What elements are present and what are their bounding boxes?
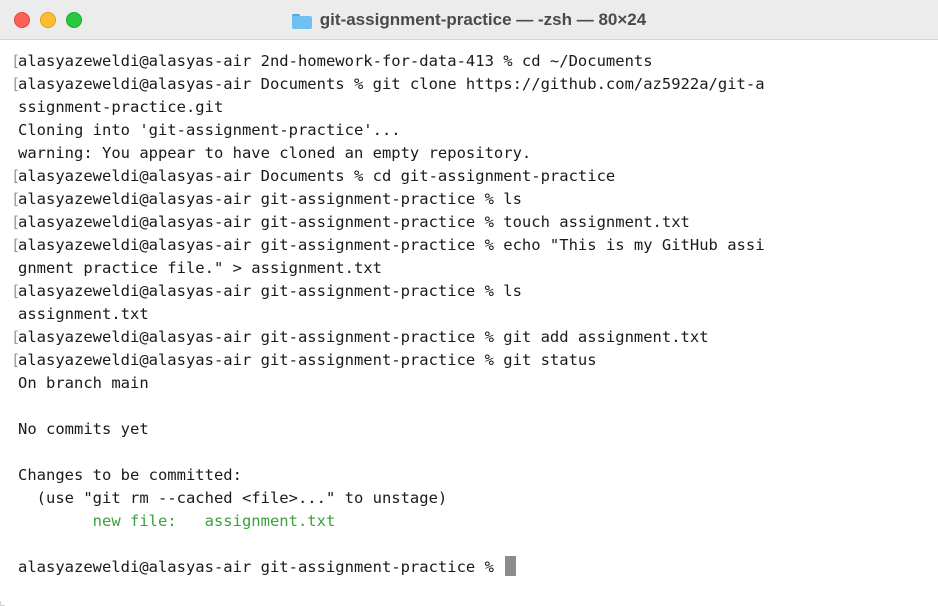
prompt-text: alasyazeweldi@alasyas-air git-assignment…: [18, 558, 504, 576]
window-title-text: git-assignment-practice — -zsh — 80×24: [319, 10, 647, 29]
terminal-line: Changes to be committed:: [18, 464, 938, 487]
terminal-line-text: alasyazeweldi@alasyas-air git-assignment…: [18, 351, 597, 369]
terminal-line: Cloning into 'git-assignment-practice'..…: [18, 119, 938, 142]
title-bar[interactable]: git-assignment-practice — -zsh — 80×24: [0, 0, 938, 40]
terminal-line: new file: assignment.txt: [18, 510, 938, 533]
terminal-line-text: gnment practice file." > assignment.txt: [18, 259, 382, 277]
line-marker: [: [11, 351, 21, 369]
terminal-line-text: alasyazeweldi@alasyas-air Documents % cd…: [18, 167, 616, 185]
text-cursor: [505, 556, 517, 576]
terminal-line: [alasyazeweldi@alasyas-air git-assignmen…: [11, 326, 938, 349]
terminal-line-text: alasyazeweldi@alasyas-air 2nd-homework-f…: [18, 52, 653, 70]
terminal-line-text: assignment.txt: [18, 305, 149, 323]
terminal-line-text: alasyazeweldi@alasyas-air git-assignment…: [18, 213, 690, 231]
line-marker: [: [11, 190, 21, 208]
terminal-line: [alasyazeweldi@alasyas-air git-assignmen…: [11, 234, 938, 257]
terminal-line-text: warning: You appear to have cloned an em…: [18, 144, 532, 162]
terminal-output[interactable]: [alasyazeweldi@alasyas-air 2nd-homework-…: [0, 40, 938, 579]
terminal-line-text: alasyazeweldi@alasyas-air Documents % gi…: [18, 75, 765, 93]
terminal-line: ssignment-practice.git: [18, 96, 938, 119]
terminal-line-text: (use "git rm --cached <file>..." to unst…: [18, 489, 448, 507]
terminal-line: (use "git rm --cached <file>..." to unst…: [18, 487, 938, 510]
line-marker: [: [11, 167, 21, 185]
terminal-window: git-assignment-practice — -zsh — 80×24 […: [0, 0, 938, 606]
terminal-line: [alasyazeweldi@alasyas-air 2nd-homework-…: [11, 50, 938, 73]
line-marker: [: [11, 236, 21, 254]
line-marker: [: [11, 282, 21, 300]
minimize-button[interactable]: [40, 12, 56, 28]
terminal-line: [alasyazeweldi@alasyas-air git-assignmen…: [11, 211, 938, 234]
terminal-line-text: alasyazeweldi@alasyas-air git-assignment…: [18, 190, 522, 208]
window-title: git-assignment-practice — -zsh — 80×24: [0, 0, 938, 40]
terminal-line-text: ssignment-practice.git: [18, 98, 224, 116]
terminal-line-text: Changes to be committed:: [18, 466, 242, 484]
zoom-button[interactable]: [66, 12, 82, 28]
terminal-line: [alasyazeweldi@alasyas-air git-assignmen…: [11, 280, 938, 303]
line-marker: [: [11, 328, 21, 346]
terminal-line-text: alasyazeweldi@alasyas-air git-assignment…: [18, 328, 709, 346]
terminal-line: On branch main: [18, 372, 938, 395]
resize-corner[interactable]: [0, 601, 5, 606]
terminal-line: [alasyazeweldi@alasyas-air git-assignmen…: [11, 349, 938, 372]
terminal-line: No commits yet: [18, 418, 938, 441]
line-marker: [: [11, 75, 21, 93]
close-button[interactable]: [14, 12, 30, 28]
terminal-line-text: No commits yet: [18, 420, 149, 438]
line-marker: [: [11, 213, 21, 231]
staged-file-text: new file: assignment.txt: [18, 512, 336, 530]
terminal-line: [alasyazeweldi@alasyas-air Documents % c…: [11, 165, 938, 188]
line-marker: [: [11, 52, 21, 70]
terminal-line-text: Cloning into 'git-assignment-practice'..…: [18, 121, 401, 139]
folder-icon: [291, 13, 312, 29]
terminal-line-text: alasyazeweldi@alasyas-air git-assignment…: [18, 236, 765, 254]
terminal-line: [alasyazeweldi@alasyas-air git-assignmen…: [11, 188, 938, 211]
terminal-line-text: On branch main: [18, 374, 149, 392]
terminal-line: [alasyazeweldi@alasyas-air Documents % g…: [11, 73, 938, 96]
traffic-lights: [14, 12, 82, 28]
terminal-line: warning: You appear to have cloned an em…: [18, 142, 938, 165]
prompt-line[interactable]: alasyazeweldi@alasyas-air git-assignment…: [18, 556, 938, 579]
terminal-line: assignment.txt: [18, 303, 938, 326]
terminal-line-text: alasyazeweldi@alasyas-air git-assignment…: [18, 282, 522, 300]
terminal-line: gnment practice file." > assignment.txt: [18, 257, 938, 280]
